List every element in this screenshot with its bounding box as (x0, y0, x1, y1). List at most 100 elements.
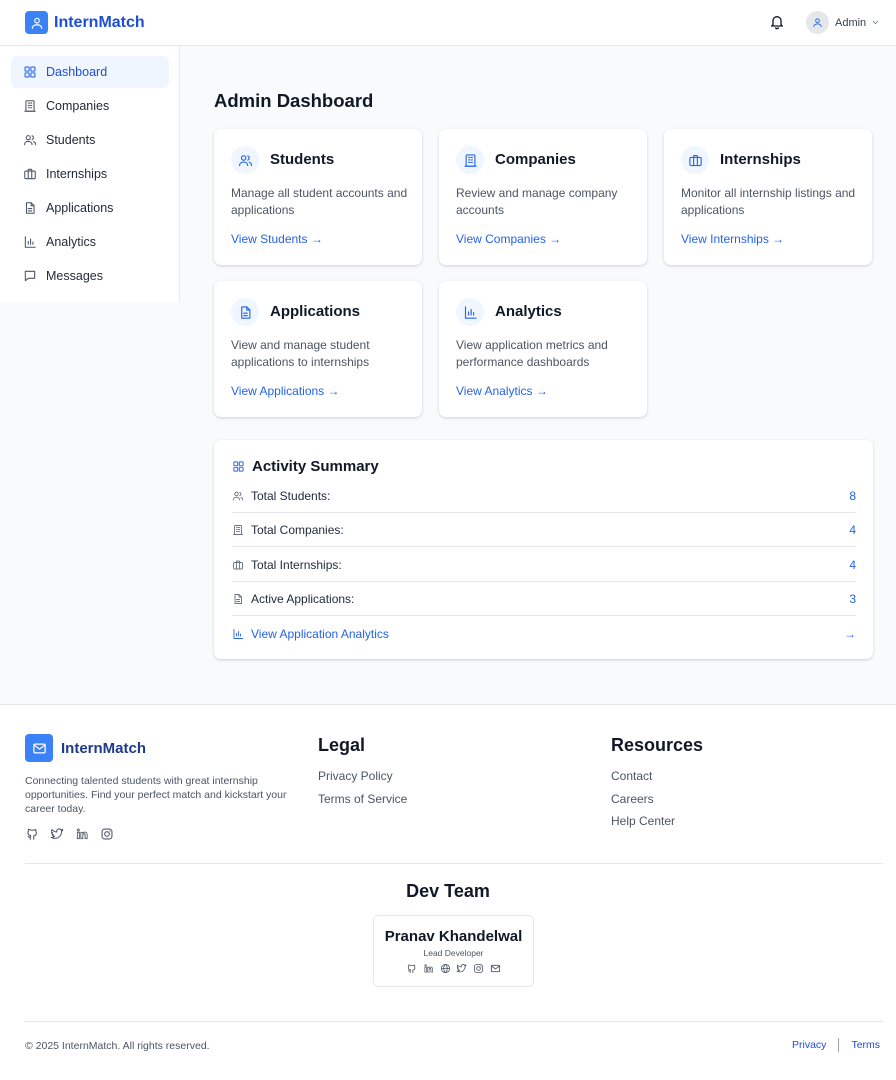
top-header: InternMatch Admin (0, 0, 896, 46)
sidebar-item-label: Messages (46, 269, 103, 283)
sidebar-item-label: Applications (46, 201, 114, 215)
instagram-icon[interactable] (473, 963, 484, 974)
app-name: InternMatch (54, 13, 145, 31)
card-description: Review and manage company accounts (456, 186, 618, 217)
link-separator (838, 1038, 840, 1052)
footer-tagline: Connecting talented students with great … (25, 775, 287, 815)
footer-logo[interactable]: InternMatch (25, 734, 146, 762)
avatar (806, 11, 829, 34)
view-applications-link[interactable]: View Applications → (231, 384, 340, 398)
summary-row-internships: Total Internships: 4 (232, 548, 856, 582)
help-center-link[interactable]: Help Center (611, 814, 675, 828)
view-companies-link[interactable]: View Companies → (456, 232, 561, 246)
user-menu[interactable]: Admin (806, 11, 880, 34)
arrow-right-icon: → (844, 627, 856, 641)
sidebar-item-label: Internships (46, 167, 108, 181)
privacy-link[interactable]: Privacy (792, 1039, 826, 1051)
building-icon (232, 524, 244, 536)
activity-summary-panel: Activity Summary Total Students: 8 Total… (214, 440, 873, 659)
card-applications: Applications View and manage student app… (214, 281, 422, 417)
contact-link[interactable]: Contact (611, 769, 652, 783)
users-icon (232, 490, 244, 502)
summary-value: 3 (849, 591, 856, 606)
footer: InternMatch Connecting talented students… (0, 704, 896, 1080)
card-analytics: Analytics View application metrics and p… (439, 281, 647, 417)
document-icon (231, 298, 259, 326)
page-title: Admin Dashboard (214, 90, 374, 111)
privacy-policy-link[interactable]: Privacy Policy (318, 769, 393, 783)
resources-title: Resources (611, 735, 704, 755)
view-internships-link[interactable]: View Internships → (681, 232, 784, 246)
bottom-legal-links: Privacy Terms (792, 1038, 880, 1052)
sidebar-item-label: Companies (46, 99, 110, 113)
careers-link[interactable]: Careers (611, 792, 654, 806)
sidebar-item-dashboard[interactable]: Dashboard (11, 56, 169, 88)
dev-role: Lead Developer (423, 948, 484, 958)
sidebar-item-applications[interactable]: Applications (11, 192, 169, 224)
linkedin-icon[interactable] (75, 827, 89, 841)
linkedin-icon[interactable] (423, 963, 434, 974)
twitter-icon[interactable] (456, 963, 467, 974)
card-title: Students (270, 151, 335, 168)
sidebar-item-label: Analytics (46, 235, 97, 249)
analytics-link-label: View Application Analytics (251, 627, 389, 641)
card-description: Manage all student accounts and applicat… (231, 186, 408, 217)
footer-divider (25, 863, 883, 864)
user-name: Admin (835, 16, 867, 29)
activity-summary-header: Activity Summary (232, 458, 379, 475)
dev-card: Pranav Khandelwal Lead Developer (373, 915, 534, 987)
card-title: Analytics (495, 303, 562, 320)
dashboard-icon (23, 65, 37, 79)
summary-label: Total Companies: (251, 522, 344, 537)
summary-value: 4 (849, 522, 856, 537)
footer-brand: InternMatch (61, 739, 147, 757)
briefcase-icon (681, 146, 709, 174)
card-description: View application metrics and performance… (456, 338, 608, 369)
terms-of-service-link[interactable]: Terms of Service (318, 792, 407, 806)
bar-chart-icon (232, 628, 244, 640)
card-description: Monitor all internship listings and appl… (681, 186, 856, 217)
users-icon (231, 146, 259, 174)
card-companies: Companies Review and manage company acco… (439, 129, 647, 265)
message-icon (23, 269, 37, 283)
card-title: Companies (495, 151, 576, 168)
sidebar-item-internships[interactable]: Internships (11, 158, 169, 190)
view-students-link[interactable]: View Students → (231, 232, 323, 246)
github-icon[interactable] (25, 827, 39, 841)
chevron-down-icon (871, 18, 880, 27)
globe-icon[interactable] (440, 963, 451, 974)
sidebar-item-companies[interactable]: Companies (11, 90, 169, 122)
notification-bell-icon[interactable] (769, 14, 785, 30)
app-logo[interactable]: InternMatch (25, 11, 145, 34)
dev-team-title: Dev Team (406, 881, 490, 901)
summary-value: 8 (849, 488, 856, 503)
dev-name: Pranav Khandelwal (384, 928, 523, 945)
copyright: © 2025 InternMatch. All rights reserved. (25, 1040, 210, 1052)
document-icon (232, 593, 244, 605)
sidebar-item-students[interactable]: Students (11, 124, 169, 156)
card-internships: Internships Monitor all internship listi… (664, 129, 872, 265)
sidebar-item-analytics[interactable]: Analytics (11, 226, 169, 258)
sidebar-item-messages[interactable]: Messages (11, 260, 169, 292)
footer-bottom-divider (25, 1021, 883, 1022)
bar-chart-icon (23, 235, 37, 249)
document-icon (23, 201, 37, 215)
mail-icon[interactable] (490, 963, 501, 974)
github-icon[interactable] (406, 963, 417, 974)
view-application-analytics-link[interactable]: View Application Analytics → (232, 617, 856, 651)
mail-icon (25, 734, 53, 762)
summary-row-applications: Active Applications: 3 (232, 582, 856, 616)
legal-title: Legal (318, 735, 366, 755)
dev-social-links (406, 963, 507, 974)
terms-link[interactable]: Terms (851, 1039, 880, 1051)
card-title: Internships (720, 151, 801, 168)
card-title: Applications (270, 303, 361, 320)
building-icon (23, 99, 37, 113)
sidebar-item-label: Students (46, 133, 96, 147)
twitter-icon[interactable] (50, 827, 64, 841)
instagram-icon[interactable] (100, 827, 114, 841)
bar-chart-icon (456, 298, 484, 326)
users-icon (23, 133, 37, 147)
view-analytics-link[interactable]: View Analytics → (456, 384, 548, 398)
briefcase-icon (23, 167, 37, 181)
